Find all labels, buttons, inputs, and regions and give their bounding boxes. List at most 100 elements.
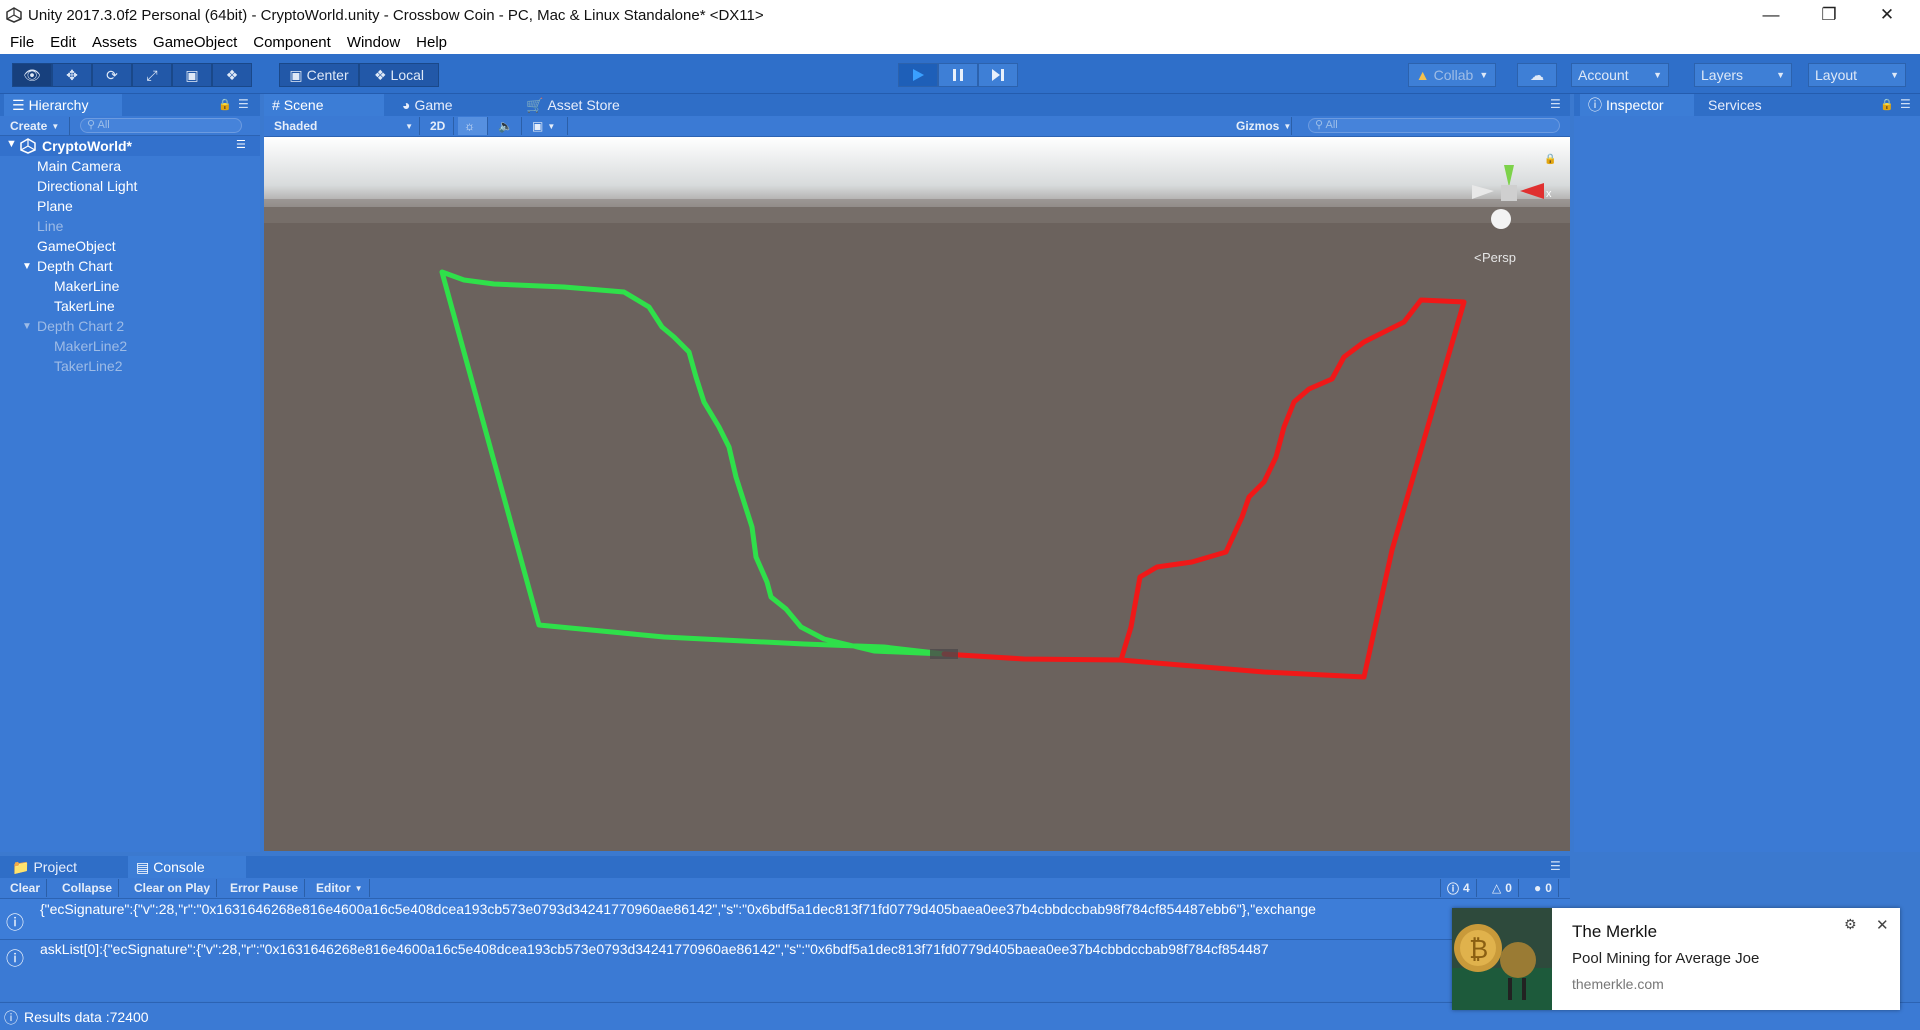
hierarchy-panel: ☰ Hierarchy 🔒 ☰ Create ▼ ⚲ All ▼ CryptoWor… [0, 94, 260, 852]
inspector-panel: ⓘ Inspector Services 🔒 ☰ [1574, 94, 1920, 852]
scene-root-row[interactable]: ▼ CryptoWorld* ☰ [0, 136, 260, 156]
play-button[interactable] [898, 63, 938, 87]
menu-edit[interactable]: Edit [50, 34, 76, 51]
error-pause-button[interactable]: Error Pause [224, 879, 306, 897]
hand-tool-button[interactable]: 👁 [12, 63, 52, 87]
hierarchy-item-main-camera[interactable]: Main Camera [37, 158, 121, 174]
hierarchy-item-depth-chart[interactable]: Depth Chart [37, 258, 112, 274]
gizmos-dropdown[interactable]: Gizmos ▼ [1230, 117, 1292, 135]
chevron-down-icon: ▼ [1776, 70, 1785, 80]
panel-menu-icon[interactable]: ☰ [238, 97, 249, 111]
rect-tool-button[interactable]: ▣ [172, 63, 212, 87]
scene-canvas[interactable]: x Persp < 🔒 [264, 137, 1570, 851]
close-window-button[interactable]: ✕ [1858, 0, 1916, 30]
move-tool-button[interactable]: ✥ [52, 63, 92, 87]
scene-search-input[interactable]: ⚲ All [1308, 118, 1560, 133]
scene-menu-icon[interactable]: ☰ [236, 138, 246, 151]
menu-assets[interactable]: Assets [92, 34, 137, 51]
layers-dropdown[interactable]: Layers ▼ [1694, 63, 1792, 87]
gizmo-center-cube-icon[interactable] [1501, 185, 1517, 201]
expand-triangle-icon[interactable]: ▼ [22, 321, 32, 332]
editor-dropdown[interactable]: Editor ▼ [310, 879, 370, 897]
persp-chevron-icon[interactable]: < [1474, 250, 1482, 265]
tab-inspector[interactable]: ⓘ Inspector [1580, 94, 1694, 116]
step-button[interactable] [978, 63, 1018, 87]
collab-button[interactable]: ▲ Collab ▼ [1408, 63, 1496, 87]
status-message[interactable]: Results data :72400 [24, 1009, 149, 1025]
error-count-toggle[interactable]: ● 0 [1528, 879, 1559, 897]
tab-services[interactable]: Services [1700, 94, 1800, 116]
rotate-tool-button[interactable]: ⟳ [92, 63, 132, 87]
console-divider [0, 939, 1570, 940]
hierarchy-item-gameobject[interactable]: GameObject [37, 238, 116, 254]
layout-dropdown[interactable]: Layout ▼ [1808, 63, 1906, 87]
scale-tool-button[interactable]: ⤢ [132, 63, 172, 87]
hierarchy-item-takerline2[interactable]: TakerLine2 [54, 358, 123, 374]
minimize-button[interactable]: — [1742, 0, 1800, 30]
chevron-down-icon: ▼ [547, 121, 556, 131]
image-icon: ▣ [532, 119, 544, 133]
gear-icon[interactable]: ⚙ [1844, 916, 1857, 933]
hierarchy-item-plane[interactable]: Plane [37, 198, 73, 214]
hierarchy-item-directional-light[interactable]: Directional Light [37, 178, 137, 194]
clear-on-play-button[interactable]: Clear on Play [128, 879, 218, 897]
persp-label[interactable]: Persp [1482, 250, 1516, 265]
account-dropdown[interactable]: Account ▼ [1571, 63, 1669, 87]
console-tab-bar: 📁 Project ▤ Console ☰ [0, 856, 1570, 878]
cloud-button[interactable]: ☁ [1517, 63, 1557, 87]
warning-icon: ▲ [1415, 67, 1430, 83]
info-count-toggle[interactable]: ⓘ 4 [1440, 879, 1477, 897]
panel-menu-icon[interactable]: ☰ [1550, 859, 1561, 873]
expand-triangle-icon[interactable]: ▼ [6, 138, 17, 150]
panel-menu-icon[interactable]: ☰ [1550, 97, 1561, 111]
hierarchy-item-makerline[interactable]: MakerLine [54, 278, 119, 294]
z-axis-cone-icon[interactable] [1491, 209, 1511, 229]
hierarchy-item-takerline[interactable]: TakerLine [54, 298, 115, 314]
notification-toast[interactable]: ₿ The Merkle Pool Mining for Average Joe… [1452, 908, 1900, 1010]
lock-icon[interactable]: 🔒 [1880, 98, 1894, 111]
editor-label: Editor [316, 881, 351, 895]
clear-button[interactable]: Clear [4, 879, 48, 897]
tab-game[interactable]: ◕ Game [394, 94, 504, 116]
shading-mode-dropdown[interactable]: Shaded ▼ [268, 117, 420, 135]
lock-icon[interactable]: 🔒 [1544, 153, 1556, 165]
create-dropdown[interactable]: Create ▼ [4, 117, 70, 135]
search-placeholder: All [97, 119, 110, 131]
hierarchy-search-input[interactable]: ⚲ All [80, 118, 242, 133]
menu-help[interactable]: Help [416, 34, 447, 51]
console-icon: ▤ [136, 858, 150, 875]
hierarchy-item-line[interactable]: Line [37, 218, 63, 234]
effects-dropdown[interactable]: ▣ ▼ [526, 117, 568, 135]
expand-triangle-icon[interactable]: ▼ [22, 261, 32, 272]
account-label: Account [1578, 67, 1629, 83]
scene-view[interactable]: x Persp < 🔒 [264, 137, 1570, 851]
chevron-down-icon: ▼ [354, 883, 363, 893]
panel-menu-icon[interactable]: ☰ [1900, 97, 1911, 111]
audio-toggle[interactable]: 🔈 [492, 117, 522, 135]
toggle-2d-button[interactable]: 2D [424, 117, 454, 135]
tab-asset-store[interactable]: 🛒 Asset Store [518, 94, 658, 116]
collapse-button[interactable]: Collapse [56, 879, 120, 897]
pivot-center-button[interactable]: ▣ Center [279, 63, 359, 87]
menu-window[interactable]: Window [347, 34, 400, 51]
pause-button[interactable] [938, 63, 978, 87]
menu-component[interactable]: Component [253, 34, 331, 51]
transform-tool-button[interactable]: ❖ [212, 63, 252, 87]
close-icon[interactable]: ✕ [1876, 916, 1889, 934]
warning-count-toggle[interactable]: △ 0 [1486, 879, 1519, 897]
pivot-local-button[interactable]: ❖ Local [359, 63, 439, 87]
lighting-toggle[interactable]: ☼ [458, 117, 488, 135]
console-message-1: askList[0]:{"ecSignature":{"v":28,"r":"0… [40, 941, 1269, 957]
inspector-header: ⓘ Inspector Services 🔒 ☰ [1574, 94, 1920, 116]
tab-scene[interactable]: # Scene [264, 94, 384, 116]
restore-button[interactable]: ❐ [1800, 0, 1858, 30]
lock-icon[interactable]: 🔒 [218, 98, 232, 111]
tab-project[interactable]: 📁 Project [4, 856, 122, 878]
tab-hierarchy[interactable]: ☰ Hierarchy [4, 94, 122, 116]
center-label: Center [306, 67, 349, 83]
hierarchy-item-makerline2[interactable]: MakerLine2 [54, 338, 127, 354]
tab-console[interactable]: ▤ Console [128, 856, 246, 878]
menu-gameobject[interactable]: GameObject [153, 34, 237, 51]
hierarchy-item-depth-chart-2[interactable]: Depth Chart 2 [37, 318, 124, 334]
menu-file[interactable]: File [10, 34, 34, 51]
